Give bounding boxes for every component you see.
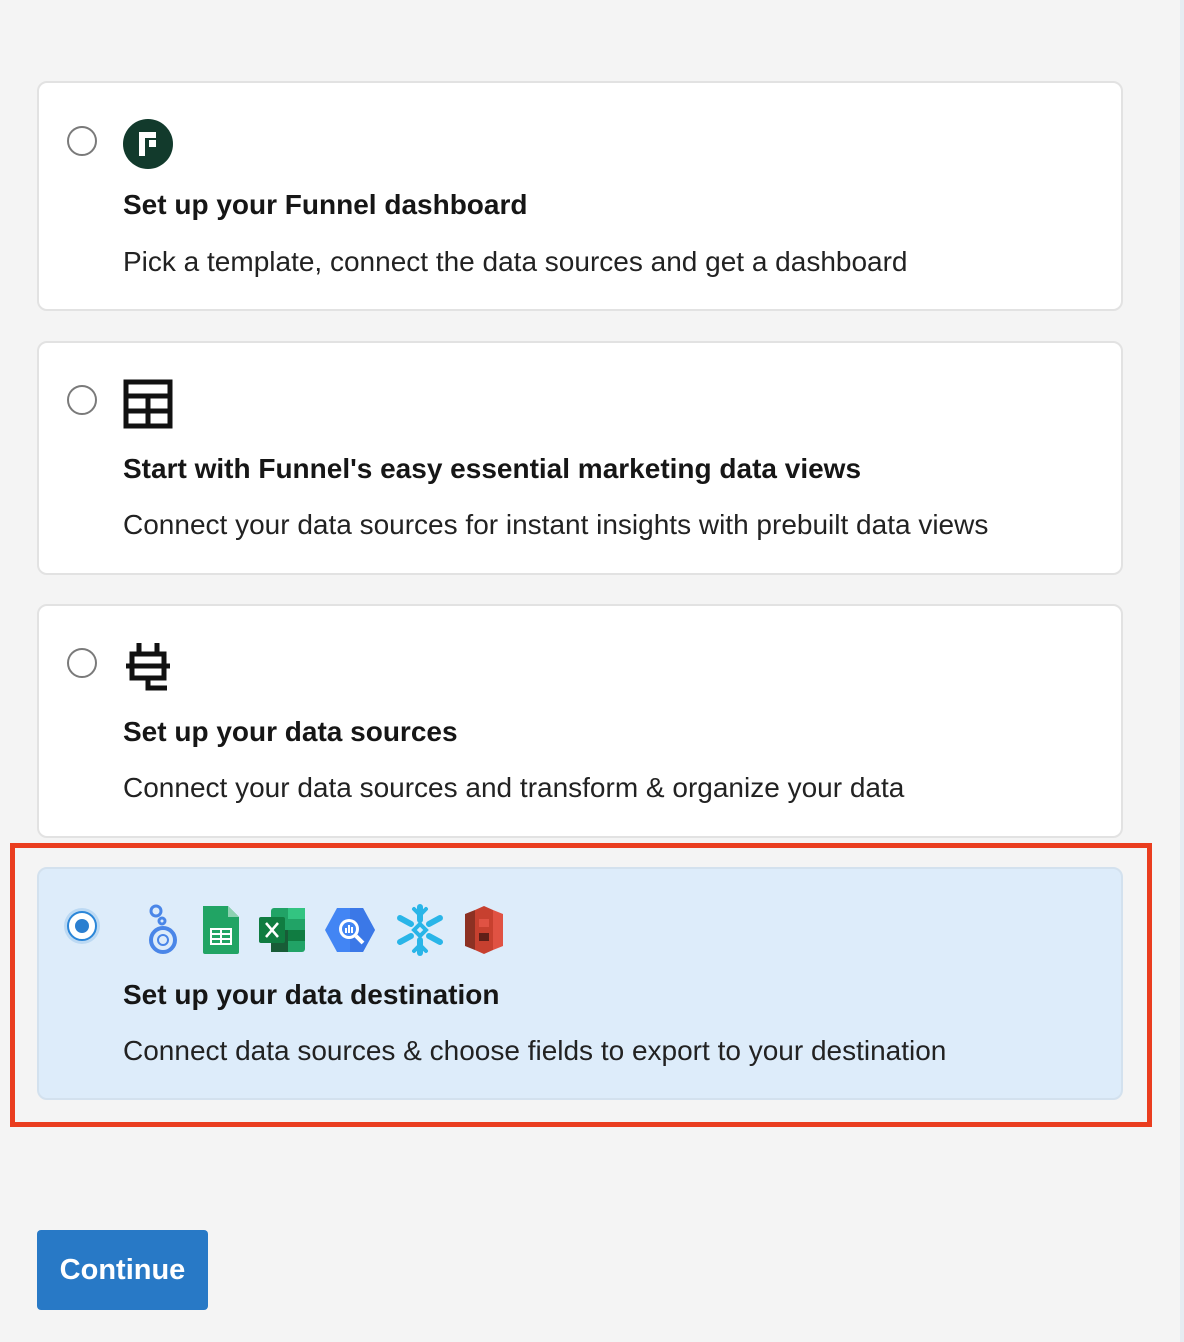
- option-title-dashboard: Set up your Funnel dashboard: [123, 189, 528, 220]
- radio-data-views[interactable]: [67, 385, 97, 415]
- option-title-data-sources: Set up your data sources: [123, 716, 458, 747]
- funnel-logo-icon: [123, 119, 173, 169]
- radio-dashboard[interactable]: [67, 126, 97, 156]
- option-icons-dashboard: [123, 119, 173, 169]
- option-description-data-views: Connect your data sources for instant in…: [123, 509, 989, 540]
- option-icons-data-views: [123, 379, 173, 429]
- option-icons-data-sources: [123, 640, 173, 694]
- option-card-data-views[interactable]: Start with Funnel's easy essential marke…: [37, 341, 1123, 575]
- highlight-annotation-box: [10, 843, 1152, 1127]
- option-description-dashboard: Pick a template, connect the data source…: [123, 246, 908, 277]
- page-right-edge: [1180, 0, 1184, 1342]
- option-description-data-sources: Connect your data sources and transform …: [123, 772, 905, 803]
- plug-icon: [126, 643, 170, 691]
- continue-button[interactable]: Continue: [37, 1230, 208, 1310]
- option-title-data-views: Start with Funnel's easy essential marke…: [123, 453, 862, 484]
- table-grid-icon: [123, 379, 173, 429]
- radio-data-sources[interactable]: [67, 648, 97, 678]
- option-card-dashboard[interactable]: Set up your Funnel dashboard Pick a temp…: [37, 81, 1123, 311]
- option-card-data-sources[interactable]: Set up your data sources Connect your da…: [37, 604, 1123, 838]
